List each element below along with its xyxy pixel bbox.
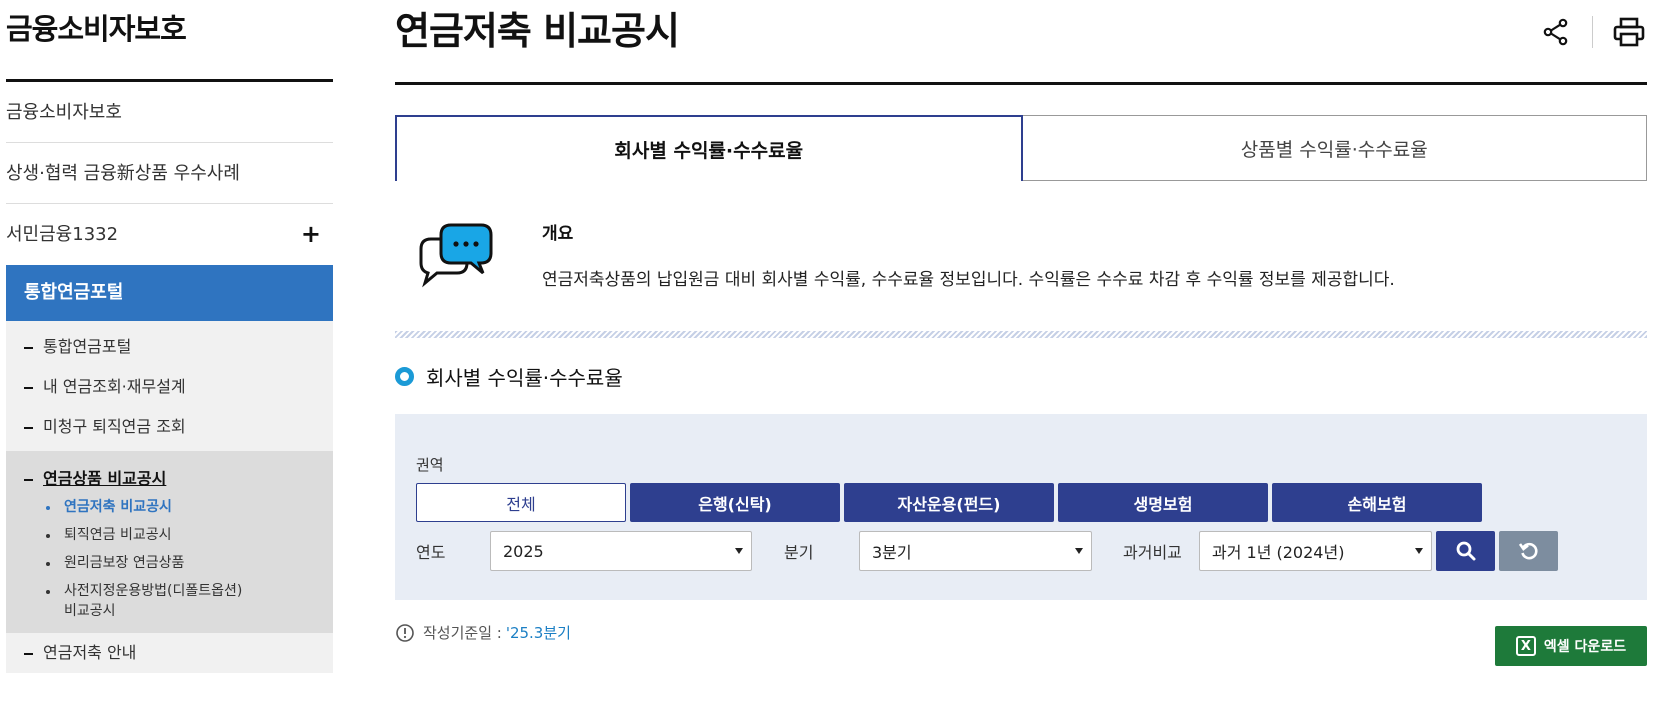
sidebar-item-label: 상생·협력 금융新상품 우수사례: [6, 163, 240, 184]
year-select-value: 2025: [503, 541, 544, 561]
basis-date: 작성기준일 : '25.3분기: [395, 622, 571, 643]
sidebar: 금융소비자보호 금융소비자보호 상생·협력 금융新상품 우수사례 서민금융133…: [6, 0, 333, 673]
share-icon[interactable]: [1538, 14, 1574, 50]
divider: [1592, 16, 1593, 48]
sidebar-subitem-portal[interactable]: 통합연금포털: [6, 327, 333, 367]
overview-title: 개요: [542, 224, 574, 244]
sidebar-subitem-label: 내 연금조회·재무설계: [43, 377, 186, 396]
sidebar-item-consumer[interactable]: 금융소비자보호: [6, 82, 333, 143]
dash-icon: [24, 346, 33, 349]
sidebar-leaf-label: 비교공시: [64, 603, 116, 619]
sidebar-submenu: 통합연금포털 내 연금조회·재무설계 미청구 퇴직연금 조회: [6, 321, 333, 451]
filter-panel: 권역 전체 은행(신탁) 자산운용(펀드) 생명보험 손해보험 연도 2025 …: [395, 414, 1647, 600]
chip-asset[interactable]: 자산운용(펀드): [844, 483, 1054, 522]
sidebar-subitem-lookup[interactable]: 내 연금조회·재무설계: [6, 367, 333, 407]
sidebar-subitem-label: 미청구 퇴직연금 조회: [43, 417, 186, 436]
sidebar-current-group: 연금상품 비교공시 연금저축 비교공시 퇴직연금 비교공시 원리금보장 연금상품…: [6, 451, 333, 633]
excel-download-label: 엑셀 다운로드: [1543, 639, 1627, 655]
year-label: 연도: [416, 543, 446, 562]
sidebar-leaf-savings-compare[interactable]: 연금저축 비교공시: [6, 497, 333, 517]
caret-down-icon: [1075, 548, 1083, 554]
chip-nonlife[interactable]: 손해보험: [1272, 483, 1482, 522]
tab-product[interactable]: 상품별 수익률·수수료율: [1022, 115, 1647, 181]
tab-bar: 회사별 수익률·수수료율 상품별 수익률·수수료율: [395, 115, 1647, 181]
search-button[interactable]: [1436, 531, 1495, 571]
page-header: 연금저축 비교공시: [395, 0, 1647, 85]
sidebar-item-1332[interactable]: 서민금융1332 +: [6, 204, 333, 265]
excel-icon: X: [1515, 636, 1536, 656]
sidebar-item-pension-portal[interactable]: 통합연금포털: [6, 265, 333, 321]
page-title: 연금저축 비교공시: [395, 9, 680, 53]
overview-text: 연금저축상품의 납입원금 대비 회사별 수익률, 수수료율 정보입니다. 수익률…: [542, 270, 1395, 290]
chip-life[interactable]: 생명보험: [1058, 483, 1268, 522]
section-title: 회사별 수익률·수수료율: [395, 338, 1647, 414]
dash-icon: [24, 652, 33, 655]
dash-icon: [24, 426, 33, 429]
circle-bullet-icon: [395, 366, 414, 386]
overview: 개요 연금저축상품의 납입원금 대비 회사별 수익률, 수수료율 정보입니다. …: [395, 181, 1647, 331]
quarter-select-value: 3분기: [872, 543, 912, 562]
search-icon: [1456, 541, 1475, 561]
hatched-divider: [395, 331, 1647, 338]
sidebar-group-label: 연금상품 비교공시: [43, 469, 167, 488]
reset-icon: [1518, 542, 1538, 560]
speech-bubble-icon: [413, 223, 495, 293]
sidebar-title: 금융소비자보호: [6, 0, 333, 82]
reset-button[interactable]: [1499, 531, 1558, 571]
sidebar-subitem-guide[interactable]: 연금저축 안내: [6, 633, 333, 673]
sidebar-subitem-unclaimed[interactable]: 미청구 퇴직연금 조회: [6, 407, 333, 447]
print-icon[interactable]: [1611, 14, 1647, 50]
basis-date-value: '25.3분기: [505, 624, 571, 642]
sidebar-item-cases[interactable]: 상생·협력 금융新상품 우수사례: [6, 143, 333, 204]
tab-company[interactable]: 회사별 수익률·수수료율: [395, 115, 1023, 181]
dash-icon: [24, 478, 33, 481]
region-chips: 전체 은행(신탁) 자산운용(펀드) 생명보험 손해보험: [416, 483, 1486, 522]
chip-bank[interactable]: 은행(신탁): [630, 483, 840, 522]
section-title-label: 회사별 수익률·수수료율: [426, 365, 623, 390]
chip-all[interactable]: 전체: [416, 483, 626, 522]
sidebar-item-label: 금융소비자보호: [6, 102, 122, 123]
basis-date-label: 작성기준일 :: [423, 624, 502, 642]
compare-select-value: 과거 1년 (2024년): [1212, 543, 1345, 562]
compare-label: 과거비교: [1123, 543, 1182, 562]
main-content: 연금저축 비교공시 회사별 수익률·수수료율 상품별 수익률·수수료율 개요 연…: [395, 0, 1647, 600]
sidebar-leaf-label: 사전지정운용방법(디폴트옵션): [64, 583, 243, 599]
plus-icon[interactable]: +: [301, 204, 321, 265]
quarter-select[interactable]: 3분기: [859, 531, 1092, 571]
compare-select[interactable]: 과거 1년 (2024년): [1199, 531, 1432, 571]
year-select[interactable]: 2025: [490, 531, 752, 571]
caret-down-icon: [735, 548, 743, 554]
caret-down-icon: [1415, 548, 1423, 554]
sidebar-leaf-guaranteed[interactable]: 원리금보장 연금상품: [6, 553, 333, 573]
sidebar-leaf-retirement-compare[interactable]: 퇴직연금 비교공시: [6, 525, 333, 545]
sidebar-subitem-label: 통합연금포털: [43, 337, 132, 356]
excel-download-button[interactable]: X 엑셀 다운로드: [1495, 626, 1647, 666]
info-icon: [396, 623, 414, 642]
header-actions: [1538, 14, 1647, 50]
region-label: 권역: [416, 456, 444, 474]
dash-icon: [24, 386, 33, 389]
sidebar-item-label: 서민금융1332: [6, 224, 119, 245]
quarter-label: 분기: [784, 543, 814, 562]
sidebar-group-pension-compare[interactable]: 연금상품 비교공시: [6, 461, 333, 497]
sidebar-subitem-label: 연금저축 안내: [43, 643, 137, 662]
filter-row: 연도 2025 분기 3분기 과거비교 과거 1년 (2024년): [416, 531, 1558, 571]
footer-row: 작성기준일 : '25.3분기 X 엑셀 다운로드: [395, 622, 1647, 672]
sidebar-leaf-default-option[interactable]: 사전지정운용방법(디폴트옵션) 비교공시: [6, 581, 333, 621]
